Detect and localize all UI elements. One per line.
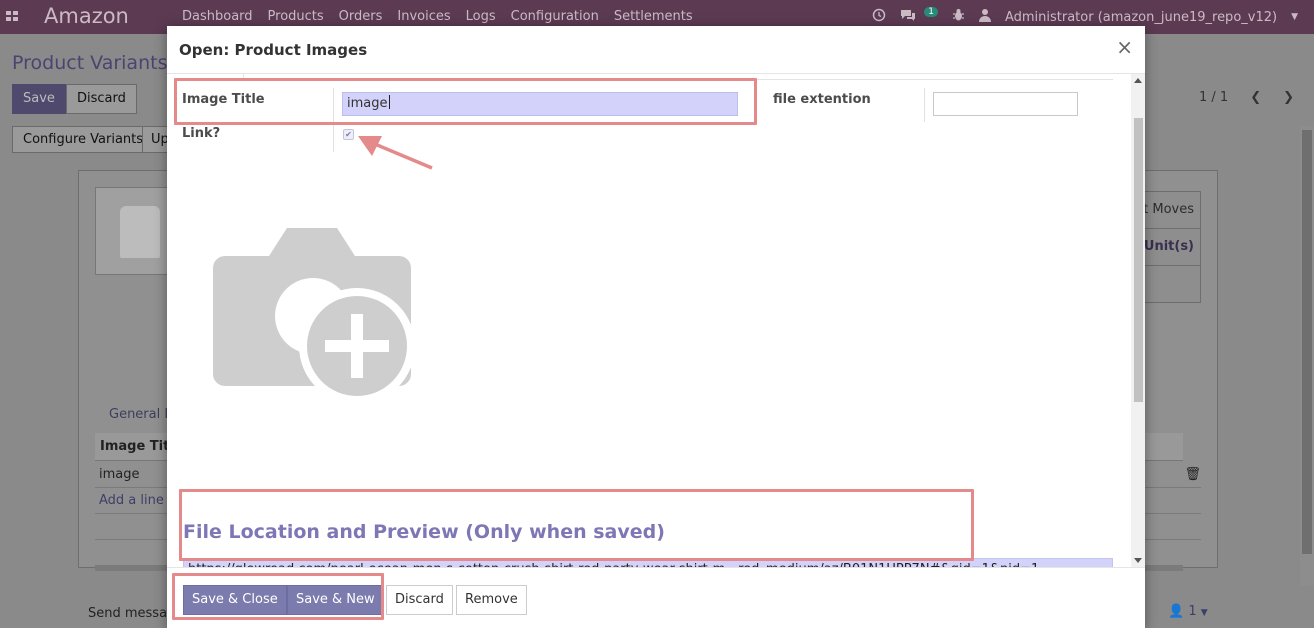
send-message-link[interactable]: Send messag: [88, 606, 175, 621]
divider: [179, 79, 1113, 80]
menu-invoices[interactable]: Invoices: [397, 9, 450, 24]
close-icon[interactable]: ×: [1116, 37, 1133, 57]
chevron-down-icon[interactable]: ▼: [1291, 12, 1298, 22]
remove-button[interactable]: Remove: [456, 585, 527, 615]
image-title-value: image: [347, 96, 388, 111]
product-images-dialog: Open: Product Images × Image Title image…: [167, 26, 1145, 628]
background-discard-button[interactable]: Discard: [66, 84, 137, 114]
user-menu[interactable]: Administrator (amazon_june19_repo_v12): [1005, 10, 1277, 25]
file-extension-label: file extention: [773, 92, 871, 107]
menu-configuration[interactable]: Configuration: [511, 9, 599, 24]
configure-variants-button[interactable]: Configure Variants: [12, 126, 155, 153]
link-checkbox[interactable]: ✔: [343, 129, 354, 140]
update-button[interactable]: Up: [142, 126, 170, 153]
chat-icon[interactable]: [900, 8, 916, 26]
menu-logs[interactable]: Logs: [466, 9, 496, 24]
dialog-scrollbar[interactable]: [1131, 74, 1145, 567]
save-new-button[interactable]: Save & New: [287, 585, 384, 615]
image-title-input[interactable]: image: [342, 92, 738, 116]
dialog-body: Image Title image file extention Link? ✔…: [167, 74, 1145, 567]
camera-add-icon: [213, 228, 415, 404]
table-row[interactable]: image: [99, 467, 140, 482]
save-close-button[interactable]: Save & Close: [183, 585, 287, 615]
user-avatar-icon: [978, 8, 991, 26]
divider: [243, 74, 244, 80]
dialog-header: Open: Product Images ×: [167, 26, 1145, 74]
menu-settlements[interactable]: Settlements: [614, 9, 693, 24]
app-brand: Amazon: [44, 4, 129, 28]
pager-value: 1 / 1: [1199, 90, 1229, 105]
chevron-down-icon: ▼: [1200, 608, 1208, 618]
divider: [333, 88, 334, 152]
link-label: Link?: [182, 126, 221, 141]
file-extension-input[interactable]: [933, 92, 1078, 116]
divider: [924, 88, 925, 122]
scroll-down-icon[interactable]: [1134, 558, 1142, 563]
user-icon: 👤: [1168, 604, 1185, 619]
add-line-link[interactable]: Add a line: [99, 493, 164, 508]
clock-icon[interactable]: [872, 8, 886, 26]
menu-products[interactable]: Products: [268, 9, 324, 24]
dialog-footer: Save & Close Save & New Discard Remove: [167, 567, 1145, 628]
menu-dashboard[interactable]: Dashboard: [182, 9, 253, 24]
page-scrollbar-thumb[interactable]: [1302, 130, 1312, 554]
apps-menu-icon[interactable]: [6, 11, 19, 22]
navbar-right: 1 Administrator (amazon_june19_repo_v12)…: [872, 7, 1298, 26]
trash-icon[interactable]: 🗑: [1184, 467, 1201, 482]
text-caret: [388, 95, 390, 109]
scroll-up-icon[interactable]: [1134, 78, 1142, 83]
menu-orders[interactable]: Orders: [339, 9, 383, 24]
chevron-left-icon[interactable]: ❮: [1250, 90, 1261, 105]
annotation-arrow-icon: [358, 136, 433, 170]
chevron-right-icon[interactable]: ❯: [1283, 90, 1294, 105]
discard-button[interactable]: Discard: [386, 585, 453, 615]
dialog-title: Open: Product Images: [179, 41, 368, 59]
file-location-url-field[interactable]: https://glowroad.com/pearl-ocean-men-s-c…: [183, 558, 1113, 567]
chat-count-badge: 1: [924, 7, 938, 17]
pager: 1 / 1 ❮ ❯: [1199, 90, 1294, 105]
followers-count: 1: [1188, 604, 1197, 619]
debug-bug-icon[interactable]: [952, 8, 965, 26]
followers-button[interactable]: 👤 1 ▼: [1168, 604, 1208, 619]
image-placeholder[interactable]: [211, 226, 415, 404]
file-location-section-title: File Location and Preview (Only when sav…: [183, 521, 665, 543]
main-menu: Dashboard Products Orders Invoices Logs …: [182, 9, 693, 24]
background-save-button[interactable]: Save: [12, 84, 66, 114]
image-title-label: Image Title: [182, 92, 265, 107]
shirt-image: [120, 206, 160, 258]
dialog-scrollbar-thumb[interactable]: [1134, 118, 1143, 402]
